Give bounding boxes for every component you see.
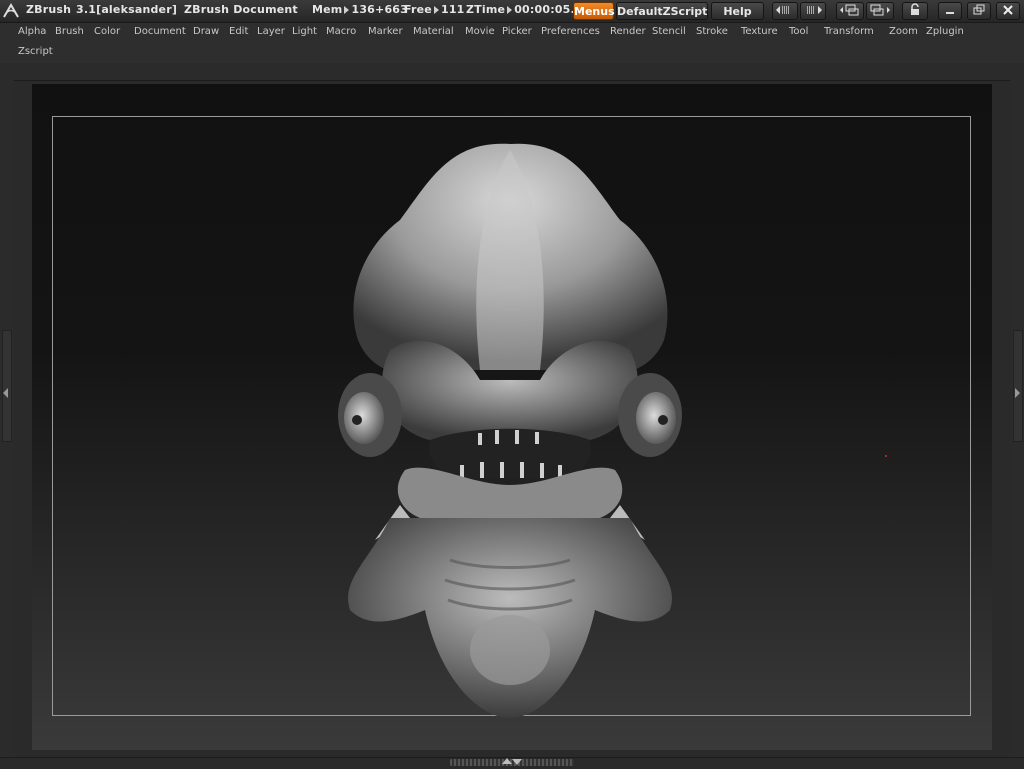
bottom-tray-up-icon[interactable]: [502, 758, 512, 764]
menu-brush[interactable]: Brush: [55, 26, 84, 37]
zbrush-logo-icon: [3, 3, 19, 18]
menu-tool[interactable]: Tool: [789, 26, 808, 37]
menu-transform[interactable]: Transform: [824, 26, 874, 37]
bottom-tray-down-icon[interactable]: [512, 759, 522, 765]
menu-alpha[interactable]: Alpha: [18, 26, 46, 37]
default-zscript-button[interactable]: DefaultZScript: [616, 2, 708, 20]
free-readout: Free 111: [404, 3, 465, 16]
left-tray-handle[interactable]: [2, 330, 12, 442]
document-name: ZBrush Document: [184, 3, 298, 16]
menu-color[interactable]: Color: [94, 26, 120, 37]
menu-texture[interactable]: Texture: [741, 26, 778, 37]
layout-2-icon[interactable]: [866, 2, 894, 20]
menu-document[interactable]: Document: [134, 26, 186, 37]
menu-draw[interactable]: Draw: [193, 26, 219, 37]
memory-readout: Mem 136+663: [312, 3, 408, 16]
restore-icon[interactable]: [967, 2, 991, 20]
minimize-icon[interactable]: [938, 2, 962, 20]
sculpted-head-model[interactable]: [330, 140, 690, 720]
free-value: 111: [440, 3, 465, 16]
mem-label: Mem: [312, 3, 343, 16]
menu-preferences[interactable]: Preferences: [541, 26, 600, 37]
menu-zoom[interactable]: Zoom: [889, 26, 918, 37]
title-bar: ZBrush 3.1[aleksander] ZBrush Document M…: [0, 0, 1024, 23]
menu-material[interactable]: Material: [413, 26, 454, 37]
triangle-icon: [507, 6, 513, 14]
right-tray-arrow-icon[interactable]: [1015, 388, 1020, 398]
right-tray-handle[interactable]: [1013, 330, 1023, 442]
menu-marker[interactable]: Marker: [368, 26, 403, 37]
left-tray-arrow-icon[interactable]: [3, 388, 8, 398]
menu-movie[interactable]: Movie: [465, 26, 495, 37]
version-user: 3.1[aleksander]: [76, 3, 178, 16]
triangle-icon: [433, 6, 439, 14]
menu-render[interactable]: Render: [610, 26, 646, 37]
menu-picker[interactable]: Picker: [502, 26, 532, 37]
scroll-left-icon[interactable]: [772, 2, 798, 20]
menu-zplugin[interactable]: Zplugin: [926, 26, 964, 37]
menu-stencil[interactable]: Stencil: [652, 26, 686, 37]
cursor-marker: [885, 455, 887, 457]
menu-light[interactable]: Light: [292, 26, 317, 37]
mem-value: 136+663: [351, 3, 409, 16]
menu-macro[interactable]: Macro: [326, 26, 356, 37]
menu-zscript[interactable]: Zscript: [18, 46, 53, 57]
ztime-label: ZTime: [466, 3, 506, 16]
triangle-icon: [344, 6, 350, 14]
menu-edit[interactable]: Edit: [229, 26, 248, 37]
menus-button[interactable]: Menus: [573, 2, 615, 20]
app-name: ZBrush: [26, 3, 72, 16]
menu-stroke[interactable]: Stroke: [696, 26, 728, 37]
scroll-right-icon[interactable]: [800, 2, 826, 20]
free-label: Free: [404, 3, 432, 16]
menu-layer[interactable]: Layer: [257, 26, 285, 37]
layout-1-icon[interactable]: [836, 2, 864, 20]
lock-icon[interactable]: [902, 2, 928, 20]
help-button[interactable]: Help: [711, 2, 764, 20]
close-icon[interactable]: [996, 2, 1020, 20]
ztime-readout: ZTime 00:00:05.0: [466, 3, 583, 16]
menu-bar: Alpha Brush Color Document Draw Edit Lay…: [0, 23, 1024, 63]
